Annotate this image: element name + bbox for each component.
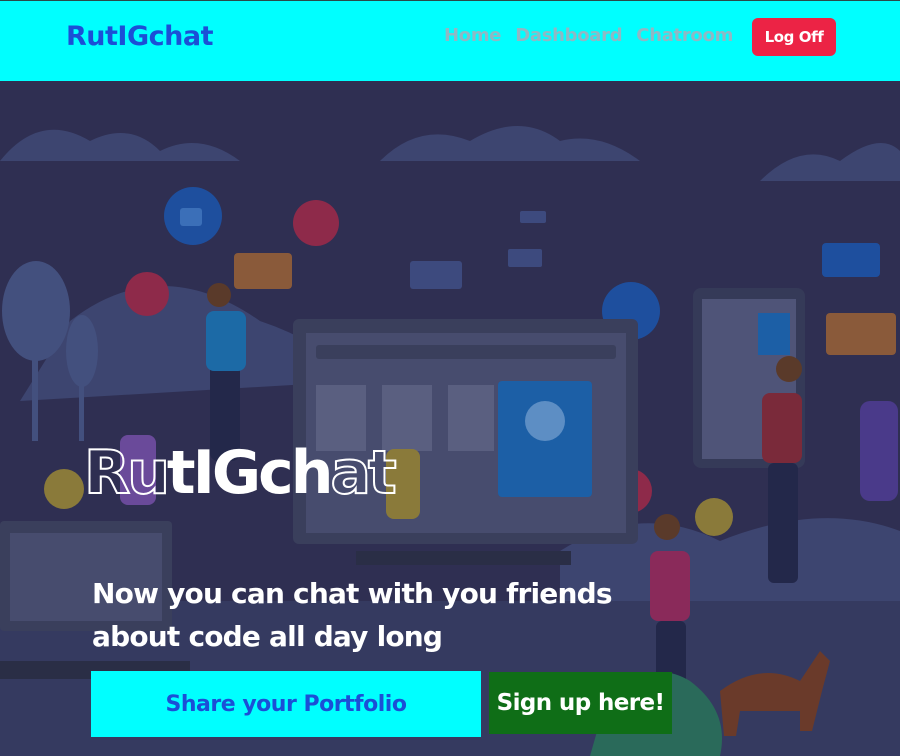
hero-title-outline-end: at [329, 438, 397, 508]
hero-subtitle: Now you can chat with you friends about … [92, 572, 632, 658]
sign-up-button[interactable]: Sign up here! [489, 672, 672, 734]
like-icon [164, 187, 222, 245]
nav-link-chatroom[interactable]: Chatroom [636, 25, 733, 46]
navbar: RutIGchat Home Dashboard Chatroom Log Of… [0, 0, 900, 81]
nav-links: Home Dashboard Chatroom [444, 25, 747, 46]
hero-section: RutIGchat Now you can chat with you frie… [0, 81, 900, 756]
brand-logo-link[interactable]: RutIGchat [66, 21, 213, 52]
nav-link-home[interactable]: Home [444, 25, 502, 46]
hero-subtitle-line-1: Now you can chat with you friends [92, 577, 613, 610]
hero-subtitle-line-2: about code all day long [92, 620, 443, 653]
hero-title-outline-start: Ru [83, 438, 171, 508]
log-off-button[interactable]: Log Off [752, 18, 836, 56]
hero-title: RutIGchat [83, 442, 398, 504]
share-portfolio-button[interactable]: Share your Portfolio [91, 671, 481, 737]
nav-link-dashboard[interactable]: Dashboard [515, 25, 622, 46]
hero-title-solid: tIGch [166, 438, 334, 508]
